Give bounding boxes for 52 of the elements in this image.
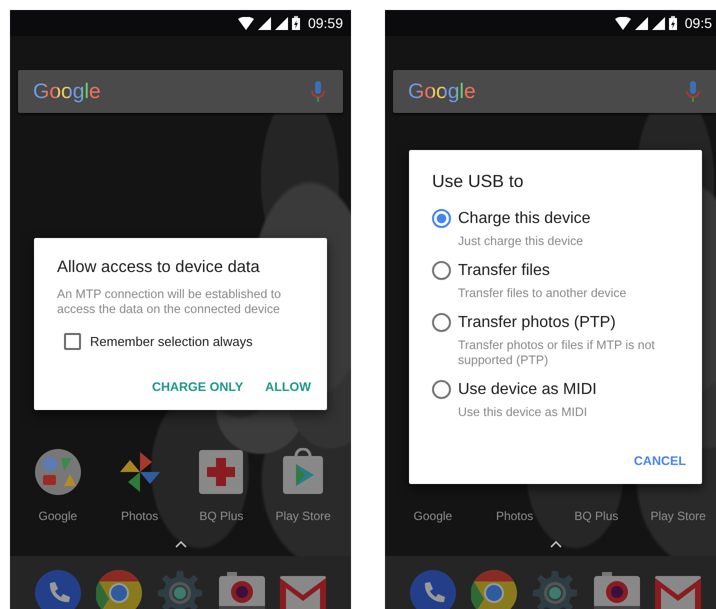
search-logo: Google <box>408 80 476 104</box>
option-label[interactable]: Transfer files <box>458 262 550 280</box>
chevron-up-icon[interactable] <box>550 541 562 548</box>
battery-icon <box>668 16 677 30</box>
option-description: Use this device as MIDI <box>457 405 588 420</box>
option-label[interactable]: Charge this device <box>458 210 591 228</box>
wifi-icon <box>238 16 254 30</box>
chevron-up-icon[interactable] <box>174 541 186 548</box>
app-label[interactable]: Google <box>414 509 452 523</box>
signal-icon <box>652 16 665 30</box>
signal-icon <box>634 16 648 30</box>
checkbox-label[interactable]: Remember selection always <box>90 334 253 349</box>
status-time: 09:59 <box>308 15 343 31</box>
phone-icon[interactable] <box>34 570 81 609</box>
app-label[interactable]: Google <box>38 509 78 523</box>
option-description: Transfer photos or files if MTP is not supported (PTP) <box>457 338 656 368</box>
phone-icon[interactable] <box>410 570 456 609</box>
dialog-button[interactable]: CHARGE ONLY <box>144 372 252 402</box>
battery-icon <box>292 16 300 30</box>
dialog-title: Use USB to <box>432 170 524 192</box>
status-time: 09:5 <box>684 15 712 31</box>
app-label[interactable]: BQ Plus <box>574 509 618 523</box>
dialog-title: Allow access to device data <box>57 258 261 277</box>
camera-icon[interactable] <box>594 570 640 609</box>
wifi-icon <box>614 16 631 30</box>
app-label[interactable]: Play Store <box>275 509 331 523</box>
app-label[interactable]: Play Store <box>650 509 706 523</box>
app-label[interactable]: Photos <box>496 509 534 523</box>
radio-button[interactable] <box>432 380 451 399</box>
radio-button[interactable] <box>432 209 451 228</box>
settings-icon[interactable] <box>532 570 578 609</box>
radio-button[interactable] <box>432 261 451 280</box>
option-label[interactable]: Use device as MIDI <box>458 380 597 398</box>
radio-button[interactable] <box>432 313 451 332</box>
signal-icon <box>274 16 288 30</box>
option-description: Transfer files to another device <box>457 286 628 301</box>
app-folder-icon <box>34 448 82 496</box>
settings-icon[interactable] <box>157 570 204 609</box>
signal-icon <box>258 16 271 30</box>
option-label[interactable]: Transfer photos (PTP) <box>458 314 616 332</box>
checkbox[interactable] <box>64 333 81 350</box>
browser-icon[interactable] <box>96 570 142 609</box>
app-label[interactable]: BQ Plus <box>199 509 244 523</box>
dialog-button[interactable]: CANCEL <box>626 446 694 476</box>
search-logo: Google <box>33 80 101 104</box>
camera-icon[interactable] <box>218 570 265 609</box>
medical-cross-icon <box>197 448 246 496</box>
browser-icon[interactable] <box>471 570 518 609</box>
dialog-message: An MTP connection will be established to access the data on the connected device <box>57 287 282 317</box>
option-description: Just charge this device <box>457 234 584 249</box>
dialog-button[interactable]: ALLOW <box>257 372 319 402</box>
app-label[interactable]: Photos <box>120 509 158 523</box>
